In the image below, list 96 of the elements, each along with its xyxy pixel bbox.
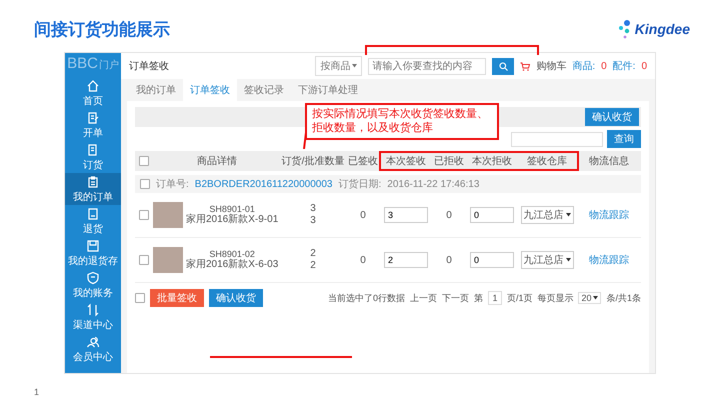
approved-quantity: 3 xyxy=(309,215,317,227)
checkbox[interactable] xyxy=(139,210,149,220)
cart-icon[interactable] xyxy=(520,62,530,70)
tab[interactable]: 我的订单 xyxy=(129,79,183,101)
order-number-label: 订单号: xyxy=(156,178,189,191)
order-date: 2016-11-22 17:46:13 xyxy=(387,178,480,190)
confirm-receipt-button[interactable]: 确认收货 xyxy=(209,289,263,307)
slide-title: 间接订货功能展示 xyxy=(34,18,170,40)
batch-sign-button[interactable]: 批量签收 xyxy=(150,289,204,307)
sidebar-item[interactable]: 会员中心 xyxy=(65,333,121,365)
brand-suffix: 门户 xyxy=(98,58,119,72)
column-header: 商品详情 xyxy=(196,154,238,168)
caret-icon xyxy=(566,258,570,262)
caret-icon xyxy=(593,296,598,300)
goods-count: 0 xyxy=(601,60,607,72)
sidebar-icon xyxy=(86,110,100,124)
table-cell-text: 0 xyxy=(359,254,367,266)
caret-icon xyxy=(352,64,358,68)
checkbox[interactable] xyxy=(140,179,150,189)
product-code: SH8901-01 xyxy=(208,204,256,214)
sign-quantity-field[interactable]: 3 xyxy=(384,207,428,223)
table-cell-text: 0 xyxy=(445,254,453,266)
column-header: 本次拒收 xyxy=(471,154,513,168)
query-button[interactable]: 查询 xyxy=(607,130,641,148)
sidebar-icon xyxy=(86,206,100,220)
sidebar-item[interactable]: 开单 xyxy=(65,109,121,141)
warehouse-dropdown[interactable]: 九江总店 xyxy=(520,206,574,224)
next-page-link[interactable]: 下一页 xyxy=(442,292,469,304)
parts-count: 0 xyxy=(641,60,647,72)
sidebar-item[interactable]: 退货 xyxy=(65,205,121,237)
order-number-link[interactable]: B2BORDER201611220000003 xyxy=(194,178,332,190)
tab[interactable]: 签收记录 xyxy=(237,79,291,101)
parts-label: 配件: xyxy=(612,60,636,73)
reject-quantity-field[interactable]: 0 xyxy=(470,252,514,268)
sidebar-icon xyxy=(86,174,100,188)
logo-text: Kingdee xyxy=(634,21,690,37)
sidebar-icon xyxy=(86,334,100,348)
sidebar-item[interactable]: 订货 xyxy=(65,141,121,173)
ordered-quantity: 3 xyxy=(309,203,317,215)
column-header: 已签收 xyxy=(347,155,379,168)
goods-label: 商品: xyxy=(572,60,596,73)
column-header: 已拒收 xyxy=(433,154,465,168)
checkbox[interactable] xyxy=(135,293,145,303)
photo-placeholder xyxy=(153,202,183,228)
reject-quantity-field[interactable]: 0 xyxy=(470,207,514,223)
sidebar-item[interactable]: 我的订单 xyxy=(65,173,121,205)
prev-page-link[interactable]: 上一页 xyxy=(410,292,437,304)
logistics-link[interactable]: 物流跟踪 xyxy=(577,208,641,222)
warehouse-dropdown[interactable]: 九江总店 xyxy=(520,251,574,269)
column-header: 签收仓库 xyxy=(526,154,568,168)
page-prefix: 第 xyxy=(474,292,483,304)
product-name: 家用2016新款X-6-03 xyxy=(186,259,278,271)
approved-quantity: 2 xyxy=(309,260,317,272)
search-button[interactable] xyxy=(492,58,514,74)
sidebar-item[interactable]: 我的账务 xyxy=(65,269,121,301)
search-scope-dropdown[interactable]: 按商品 xyxy=(315,56,362,76)
logistics-link[interactable]: 物流跟踪 xyxy=(577,253,641,267)
sidebar-item[interactable]: 首页 xyxy=(65,77,121,109)
product-code: SH8901-02 xyxy=(208,249,256,260)
table-cell-text: 0 xyxy=(445,210,453,220)
cart-label[interactable]: 购物车 xyxy=(536,59,566,73)
product-name: 家用2016新款X-9-01 xyxy=(186,214,278,226)
per-page-label: 每页显示 xyxy=(537,292,574,304)
ordered-quantity: 2 xyxy=(309,248,317,260)
filter-field[interactable] xyxy=(511,132,603,146)
sidebar-icon xyxy=(86,238,100,252)
checkbox[interactable] xyxy=(139,255,149,265)
checkbox[interactable] xyxy=(139,156,149,166)
page-suffix: 页/1页 xyxy=(506,292,532,304)
dots-logo-icon xyxy=(618,19,632,39)
search-field[interactable]: 请输入你要查找的内容 xyxy=(368,58,486,74)
tab[interactable]: 下游订单处理 xyxy=(291,79,365,101)
total-count: 条/共1条 xyxy=(606,292,641,304)
order-date-label: 订货日期: xyxy=(338,178,382,191)
sidebar-item[interactable]: 我的退货存 xyxy=(65,237,121,269)
sign-quantity-field[interactable]: 2 xyxy=(384,252,428,268)
page-field[interactable]: 1 xyxy=(488,291,502,305)
caret-icon xyxy=(566,213,570,217)
sidebar-icon xyxy=(86,78,100,92)
column-header: 物流信息 xyxy=(588,154,630,168)
sidebar-icon xyxy=(86,302,100,316)
photo-placeholder xyxy=(153,247,183,273)
selection-status: 当前选中了0行数据 xyxy=(328,292,405,304)
page-number: 1 xyxy=(34,387,40,397)
callout-note: 按实际情况填写本次收货签收数量、拒收数量，以及收货仓库 xyxy=(305,103,499,140)
table-cell-text: 0 xyxy=(359,210,367,220)
sidebar-icon xyxy=(86,270,100,284)
sidebar-item[interactable]: 渠道中心 xyxy=(65,301,121,333)
per-page-dropdown[interactable]: 20 xyxy=(578,292,602,304)
column-header: 订货/批准数量 xyxy=(281,154,345,168)
brand-logo: BBC xyxy=(67,55,98,72)
tab[interactable]: 订单签收 xyxy=(183,79,237,101)
search-icon xyxy=(498,62,508,70)
page-title: 订单签收 xyxy=(129,60,170,73)
column-header: 本次签收 xyxy=(385,154,427,168)
confirm-receipt-button[interactable]: 确认收货 xyxy=(585,108,639,126)
